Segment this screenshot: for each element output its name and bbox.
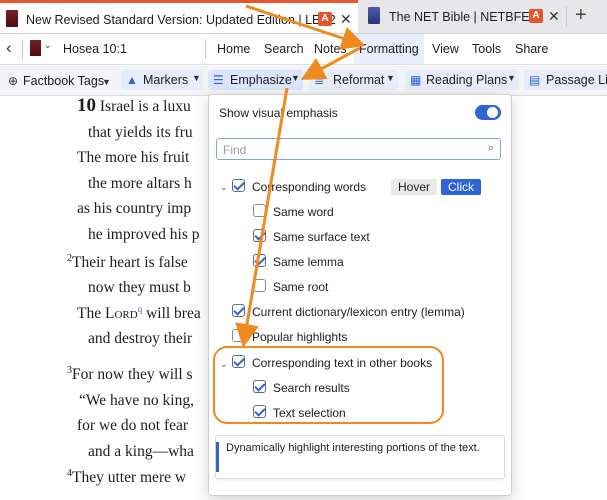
checkbox-popular-highlights[interactable] bbox=[232, 329, 245, 342]
emphasize-icon: ☰ bbox=[213, 73, 224, 87]
verse-line: “We have no king, bbox=[79, 392, 194, 409]
chevron-down-icon[interactable]: ⌄ bbox=[220, 182, 228, 193]
verse-line: for we do not fear bbox=[77, 417, 189, 434]
option-label: Same root bbox=[273, 280, 329, 294]
passage-list-button[interactable]: ▤ Passage List bbox=[524, 70, 607, 90]
verse-line: that yields its fru bbox=[88, 124, 193, 141]
verse-line: and a king—wha bbox=[88, 443, 194, 460]
menu-home[interactable]: Home bbox=[217, 42, 250, 56]
divider bbox=[566, 6, 567, 27]
back-arrow-icon[interactable]: ‹ bbox=[6, 38, 12, 58]
book-icon bbox=[368, 7, 380, 24]
book-icon bbox=[6, 10, 18, 27]
menu-tools[interactable]: Tools bbox=[472, 42, 501, 56]
checkbox-same-root[interactable] bbox=[253, 279, 266, 292]
annotation-highlight-box bbox=[213, 346, 444, 424]
markers-button[interactable]: ▲ Markers ▼ bbox=[121, 70, 203, 90]
tip-accent-bar bbox=[216, 442, 219, 472]
emphasize-dropdown: Show visual emphasis ⌕ ⌄ Corresponding w… bbox=[208, 94, 512, 496]
tab-bar: New Revised Standard Version: Updated Ed… bbox=[0, 0, 607, 34]
add-tab-icon[interactable]: + bbox=[575, 4, 587, 27]
menu-share[interactable]: Share bbox=[515, 42, 548, 56]
verse-line: he improved his p bbox=[88, 226, 200, 243]
list-icon: ▤ bbox=[529, 73, 541, 87]
verse-line: as his country imp bbox=[77, 200, 192, 217]
reformat-icon: ≣ bbox=[314, 73, 325, 87]
nav-bar: ‹ ⌄ Hosea 10:1 Home Search Notes Formatt… bbox=[0, 34, 607, 65]
tab-nrsvue[interactable]: New Revised Standard Version: Updated Ed… bbox=[0, 0, 358, 33]
bible-text-pane: 10 Israel is a luxu that yields its fru … bbox=[0, 95, 208, 500]
menu-notes[interactable]: Notes bbox=[314, 42, 347, 56]
checkbox-same-lemma[interactable] bbox=[253, 254, 266, 267]
chevron-down-icon: ▼ bbox=[507, 73, 516, 83]
option-label: Same surface text bbox=[273, 230, 370, 244]
menu-formatting[interactable]: Formatting bbox=[359, 42, 419, 56]
tab-title: The NET Bible | NETBFEN bbox=[389, 10, 539, 24]
menu-search[interactable]: Search bbox=[264, 42, 304, 56]
verse-line: The more his fruit bbox=[77, 149, 190, 166]
reading-plans-button[interactable]: ▦ Reading Plans ▼ bbox=[405, 70, 519, 90]
emphasize-button[interactable]: ☰ Emphasize ▼ bbox=[208, 70, 303, 90]
help-tip: Dynamically highlight interesting portio… bbox=[215, 435, 505, 479]
verse-line: The Lordq will brea bbox=[77, 304, 201, 323]
checkbox-same-word[interactable] bbox=[253, 204, 266, 217]
chevron-down-icon[interactable]: ⌄ bbox=[44, 40, 52, 51]
tab-badge: A bbox=[529, 9, 543, 23]
verse-line: 3For now they will s bbox=[67, 365, 193, 384]
reference-box[interactable]: Hosea 10:1 bbox=[63, 42, 127, 56]
show-visual-emphasis-toggle[interactable] bbox=[475, 105, 501, 120]
divider bbox=[205, 39, 206, 59]
tab-title: New Revised Standard Version: Updated Ed… bbox=[26, 13, 336, 27]
divider bbox=[22, 39, 23, 59]
chevron-down-icon[interactable]: ▼ bbox=[102, 77, 111, 87]
verse-line: now they must b bbox=[88, 279, 191, 296]
chevron-down-icon: ▼ bbox=[386, 73, 395, 83]
checkbox-corresponding-words[interactable] bbox=[232, 179, 245, 192]
find-box: ⌕ bbox=[216, 138, 501, 160]
menu-view[interactable]: View bbox=[432, 42, 459, 56]
reformat-button[interactable]: ≣ Reformat ▼ bbox=[309, 70, 398, 90]
chevron-down-icon: ▼ bbox=[291, 73, 300, 83]
factbook-tags-button[interactable]: Factbook Tags bbox=[23, 74, 104, 88]
calendar-icon: ▦ bbox=[410, 73, 422, 87]
verse-line: 2Their heart is false bbox=[67, 253, 188, 272]
find-input[interactable] bbox=[221, 141, 475, 159]
option-label: Current dictionary/lexicon entry (lemma) bbox=[252, 305, 465, 319]
show-visual-emphasis-label: Show visual emphasis bbox=[219, 106, 338, 120]
option-label: Same lemma bbox=[273, 255, 344, 269]
tip-text: Dynamically highlight interesting portio… bbox=[226, 442, 480, 454]
verse-line: 4They utter mere w bbox=[67, 468, 187, 487]
book-icon[interactable] bbox=[30, 40, 41, 56]
checkbox-same-surface-text[interactable] bbox=[253, 229, 266, 242]
verse-line: and destroy their bbox=[88, 330, 193, 347]
checkbox-current-dictionary-entry[interactable] bbox=[232, 304, 245, 317]
option-label: Corresponding words bbox=[252, 180, 367, 194]
toolbar: ⊕ Factbook Tags ▼ ▲ Markers ▼ ☰ Emphasiz… bbox=[0, 66, 607, 96]
close-icon[interactable]: ✕ bbox=[548, 8, 560, 25]
hover-button[interactable]: Hover bbox=[391, 179, 437, 195]
search-icon: ⌕ bbox=[487, 142, 494, 154]
option-label: Popular highlights bbox=[252, 330, 348, 344]
tab-badge: A bbox=[318, 12, 332, 26]
marker-icon: ▲ bbox=[126, 73, 138, 87]
option-label: Same word bbox=[273, 205, 334, 219]
tag-icon: ⊕ bbox=[8, 74, 19, 88]
tab-net-bible[interactable]: The NET Bible | NETBFEN A ✕ bbox=[359, 0, 564, 33]
chevron-down-icon: ▼ bbox=[192, 73, 201, 83]
click-button[interactable]: Click bbox=[441, 179, 481, 195]
toggle-knob bbox=[487, 107, 498, 118]
close-icon[interactable]: ✕ bbox=[340, 11, 352, 28]
verse-line: 10 Israel is a luxu bbox=[77, 95, 191, 116]
verse-line: the more altars h bbox=[88, 175, 192, 192]
chapter-number: 10 bbox=[77, 95, 96, 116]
